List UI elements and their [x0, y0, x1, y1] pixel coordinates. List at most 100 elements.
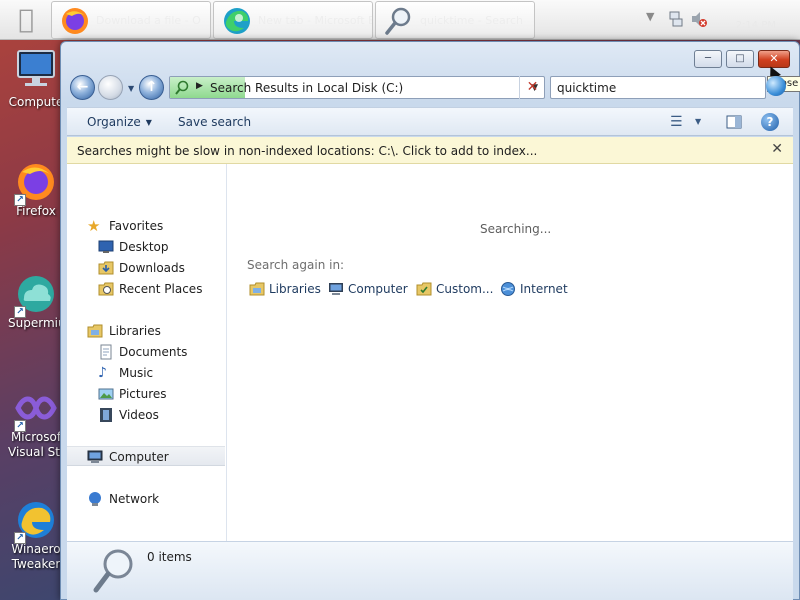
nav-libraries[interactable]: Libraries — [67, 321, 225, 341]
tray-clock[interactable]: 2:14 PM — [736, 20, 776, 31]
nav-libraries-label: Libraries — [109, 324, 161, 338]
search-input-value[interactable]: quicktime — [557, 81, 616, 95]
breadcrumb-separator-icon[interactable]: ▶ — [196, 81, 203, 91]
downloads-folder-icon — [98, 261, 114, 275]
search-globe-icon — [766, 76, 786, 96]
search-again-label-text: Internet — [520, 282, 568, 296]
nav-item-music[interactable]: ♪ Music — [67, 363, 225, 383]
desktop-folder-icon — [98, 240, 114, 253]
nav-item-documents[interactable]: Documents — [67, 342, 225, 362]
nav-item-label: Recent Places — [119, 282, 203, 296]
taskbar-button-label: Download a file - O — [96, 14, 201, 27]
search-again-label-text: Libraries — [269, 282, 321, 296]
back-button[interactable]: ← — [70, 75, 95, 100]
view-options-icon[interactable]: ☰ — [670, 113, 683, 131]
magnifier-icon — [93, 549, 133, 593]
shortcut-arrow-icon: ↗ — [14, 420, 26, 432]
monitor-icon — [17, 50, 55, 86]
shortcut-arrow-icon: ↗ — [14, 306, 26, 318]
top-taskbar:  Download a file - O New tab - Microsof… — [0, 0, 800, 40]
tray-overflow-chevron-icon[interactable]: ▼ — [646, 10, 654, 23]
nav-item-recent-places[interactable]: Recent Places — [67, 279, 225, 299]
navigation-pane: ★ Favorites Desktop Downloads Recent Pla… — [67, 164, 227, 541]
nav-item-pictures[interactable]: Pictures — [67, 384, 225, 404]
nav-network-label: Network — [109, 492, 160, 506]
apple-logo-icon[interactable]:  — [12, 6, 40, 34]
command-bar: Organize ▼ Save search ☰ ▼ ? — [67, 107, 793, 136]
recent-pages-chevron-icon[interactable]: ▼ — [128, 84, 134, 93]
nav-item-desktop[interactable]: Desktop — [67, 237, 225, 257]
computer-icon — [87, 450, 103, 463]
nav-favorites-label: Favorites — [109, 219, 164, 233]
explorer-body: ★ Favorites Desktop Downloads Recent Pla… — [67, 164, 793, 541]
forward-button[interactable] — [98, 75, 123, 100]
desktop-icon-label: Firefox — [16, 204, 56, 218]
taskbar-button-label: New tab - Microsoft Edge — [258, 14, 372, 27]
back-arrow-icon: ← — [76, 79, 89, 95]
address-text[interactable]: Search Results in Local Disk (C:) — [210, 81, 403, 95]
search-input[interactable]: quicktime — [550, 76, 766, 99]
items-count: 0 items — [147, 550, 192, 564]
taskbar-button-edge[interactable]: New tab - Microsoft Edge — [213, 1, 373, 39]
explorer-window: ─ □ ✕ Close ← ▼ ↑ ▶ Search Results in Lo… — [60, 41, 800, 600]
maximize-button[interactable]: □ — [726, 50, 754, 68]
desktop-icon-firefox[interactable]: ↗ Firefox — [8, 160, 64, 219]
preview-pane-icon[interactable] — [725, 113, 743, 131]
volume-muted-icon[interactable] — [690, 10, 708, 28]
organize-button[interactable]: Organize ▼ — [87, 115, 152, 129]
network-icon — [89, 492, 101, 506]
minimize-button[interactable]: ─ — [694, 50, 722, 68]
taskbar-button-firefox[interactable]: Download a file - O — [51, 1, 211, 39]
favorites-star-icon: ★ — [87, 217, 101, 235]
computer-icon — [329, 283, 343, 295]
help-icon[interactable]: ? — [761, 113, 779, 131]
pictures-icon — [98, 388, 114, 400]
desktop-icon-visual-studio[interactable]: ↗ Microsof Visual Stud — [8, 386, 75, 460]
taskbar-button-label: quicktime - Search — [420, 14, 524, 27]
stop-x-icon: ✕ — [526, 79, 539, 95]
nav-item-label: Videos — [119, 408, 159, 422]
nav-computer-label: Computer — [109, 450, 169, 464]
nav-network[interactable]: Network — [67, 489, 225, 509]
libraries-icon — [87, 324, 103, 338]
libraries-icon — [249, 282, 265, 296]
organize-label: Organize — [87, 115, 141, 129]
search-magnifier-icon — [385, 7, 411, 35]
results-area: Searching... Search again in: Libraries … — [228, 164, 793, 541]
desktop-icon-winaero[interactable]: ↗ Winaero Tweaker — [8, 498, 64, 572]
desktop-icon-label: Supermiu — [8, 316, 66, 330]
view-chevron-icon[interactable]: ▼ — [695, 113, 701, 131]
nav-item-label: Music — [119, 366, 154, 380]
address-bar[interactable]: ▶ Search Results in Local Disk (C:) ▼ — [169, 76, 545, 99]
recent-places-icon — [98, 282, 114, 296]
shortcut-arrow-icon: ↗ — [14, 532, 26, 544]
close-icon[interactable]: ✕ — [771, 141, 783, 157]
index-info-text[interactable]: Searches might be slow in non-indexed lo… — [77, 144, 537, 158]
nav-item-videos[interactable]: Videos — [67, 405, 225, 425]
search-status: Searching... — [480, 222, 552, 236]
desktop-icon-label-line2: Tweaker — [11, 557, 61, 571]
save-search-button[interactable]: Save search — [178, 115, 251, 129]
shortcut-arrow-icon: ↗ — [14, 194, 26, 206]
desktop-icon-label-line1: Winaero — [11, 542, 61, 556]
nav-item-downloads[interactable]: Downloads — [67, 258, 225, 278]
up-button[interactable]: ↑ — [139, 75, 164, 100]
documents-icon — [100, 344, 112, 360]
index-info-bar[interactable]: Searches might be slow in non-indexed lo… — [67, 137, 793, 164]
nav-item-label: Desktop — [119, 240, 169, 254]
nav-computer[interactable]: Computer — [67, 446, 225, 466]
nav-favorites[interactable]: ★ Favorites — [67, 216, 225, 236]
organize-chevron-icon: ▼ — [145, 118, 152, 127]
search-results-icon — [175, 80, 189, 95]
search-again-label-text: Computer — [348, 282, 408, 296]
taskbar-button-search[interactable]: quicktime - Search — [375, 1, 535, 39]
desktop-icon-label-line1: Microsof — [10, 430, 62, 444]
stop-search-button[interactable]: ✕ — [519, 76, 545, 99]
network-tray-icon[interactable] — [668, 10, 684, 28]
desktop-icon-computer[interactable]: Compute — [8, 48, 64, 110]
desktop-icon-label: Compute — [8, 95, 64, 109]
desktop-icon-supermium[interactable]: ↗ Supermiu — [8, 272, 66, 331]
nav-item-label: Documents — [119, 345, 188, 359]
up-arrow-icon: ↑ — [145, 79, 158, 95]
edge-icon — [224, 8, 250, 34]
